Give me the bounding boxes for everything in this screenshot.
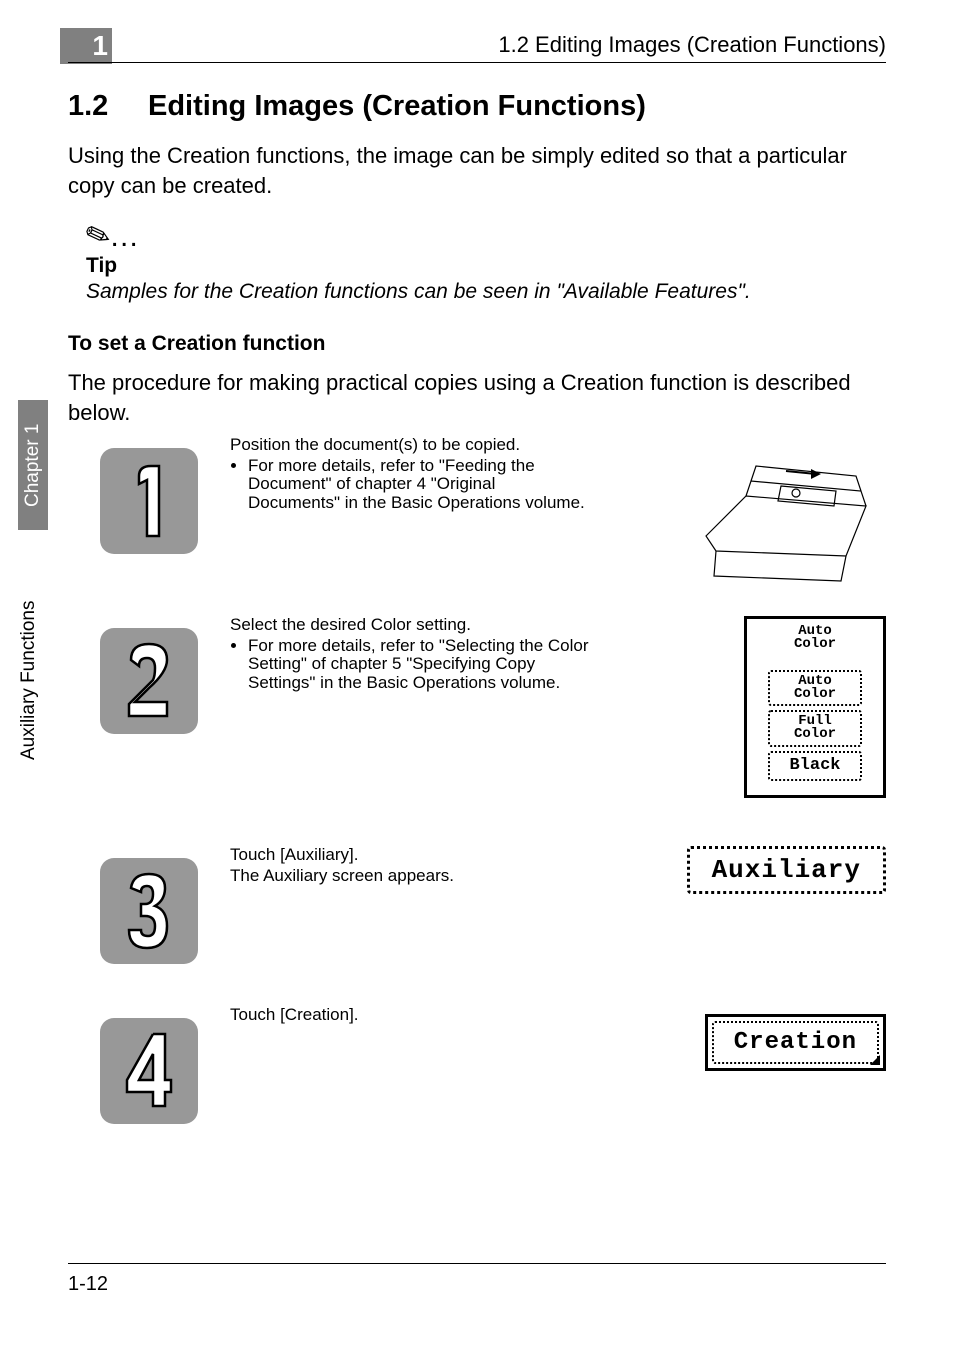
color-setting-panel: Auto Color Auto Color Full Color Black <box>744 616 886 798</box>
step-number-tile <box>100 858 198 964</box>
tip-block: ✎… Tip Samples for the Creation function… <box>86 222 886 304</box>
step-1-text: Position the document(s) to be copied. F… <box>230 436 590 516</box>
creation-button[interactable]: Creation <box>705 1014 886 1071</box>
tip-label: Tip <box>86 254 886 278</box>
color-option-full[interactable]: Full Color <box>768 710 862 747</box>
opt-line2: Color <box>794 726 836 742</box>
step-2: Select the desired Color setting. For mo… <box>100 616 886 816</box>
header-divider <box>68 62 886 63</box>
procedure-intro: The procedure for making practical copie… <box>68 368 886 427</box>
step-2-illustration: Auto Color Auto Color Full Color Black <box>744 616 886 798</box>
ellipsis-icon: … <box>109 220 137 253</box>
color-header-line2: Color <box>794 636 836 652</box>
step-3-text: Touch [Auxiliary]. The Auxiliary screen … <box>230 846 590 885</box>
step-2-text: Select the desired Color setting. For mo… <box>230 616 590 696</box>
auxiliary-button[interactable]: Auxiliary <box>687 846 886 894</box>
step-4-lead: Touch [Creation]. <box>230 1006 590 1025</box>
tip-icon-row: ✎… <box>86 222 886 252</box>
side-chapter-label: Chapter 1 <box>18 400 48 530</box>
page-header: 1 1.2 Editing Images (Creation Functions… <box>60 28 886 64</box>
opt-line2: Color <box>794 686 836 702</box>
content-area: 1.2Editing Images (Creation Functions) U… <box>68 90 886 438</box>
step-3: Touch [Auxiliary]. The Auxiliary screen … <box>100 846 886 976</box>
section-number: 1.2 <box>68 90 148 123</box>
digit-1-icon <box>119 458 179 544</box>
step-3-illustration: Auxiliary <box>687 846 886 894</box>
chapter-tab: 1 <box>60 28 112 64</box>
page-number: 1-12 <box>68 1273 108 1296</box>
step-1-bullet: For more details, refer to "Feeding the … <box>248 457 590 513</box>
step-2-bullet: For more details, refer to "Selecting th… <box>248 637 590 693</box>
step-number-tile <box>100 628 198 734</box>
digit-2-icon <box>119 638 179 724</box>
color-panel-header: Auto Color <box>753 625 877 652</box>
step-4-text: Touch [Creation]. <box>230 1006 590 1027</box>
color-option-auto[interactable]: Auto Color <box>768 670 862 707</box>
section-intro: Using the Creation functions, the image … <box>68 141 886 200</box>
step-3-lead: Touch [Auxiliary]. <box>230 846 590 865</box>
copier-line-art-icon <box>686 436 886 596</box>
running-header-title: 1.2 Editing Images (Creation Functions) <box>498 32 886 58</box>
step-3-extra: The Auxiliary screen appears. <box>230 867 590 886</box>
step-1-lead: Position the document(s) to be copied. <box>230 436 590 455</box>
footer-divider <box>68 1263 886 1264</box>
step-1: Position the document(s) to be copied. F… <box>100 436 886 586</box>
step-number-tile <box>100 448 198 554</box>
step-4-illustration: Creation <box>705 1014 886 1071</box>
creation-button-label: Creation <box>712 1021 879 1064</box>
section-title-text: Editing Images (Creation Functions) <box>148 90 646 122</box>
page: 1 1.2 Editing Images (Creation Functions… <box>0 0 954 1352</box>
side-section-label: Auxiliary Functions <box>18 540 48 820</box>
step-4: Touch [Creation]. Creation <box>100 1006 886 1136</box>
side-label: Chapter 1 Auxiliary Functions <box>18 400 48 900</box>
steps-container: Position the document(s) to be copied. F… <box>100 436 886 1166</box>
section-heading: 1.2Editing Images (Creation Functions) <box>68 90 886 123</box>
step-1-illustration <box>686 436 886 601</box>
digit-4-icon <box>119 1028 179 1114</box>
step-number-tile <box>100 1018 198 1124</box>
procedure-heading: To set a Creation function <box>68 332 886 356</box>
digit-3-icon <box>119 868 179 954</box>
step-2-lead: Select the desired Color setting. <box>230 616 590 635</box>
color-option-black[interactable]: Black <box>768 751 862 781</box>
fold-corner-icon <box>870 1055 880 1065</box>
tip-text: Samples for the Creation functions can b… <box>86 280 886 304</box>
